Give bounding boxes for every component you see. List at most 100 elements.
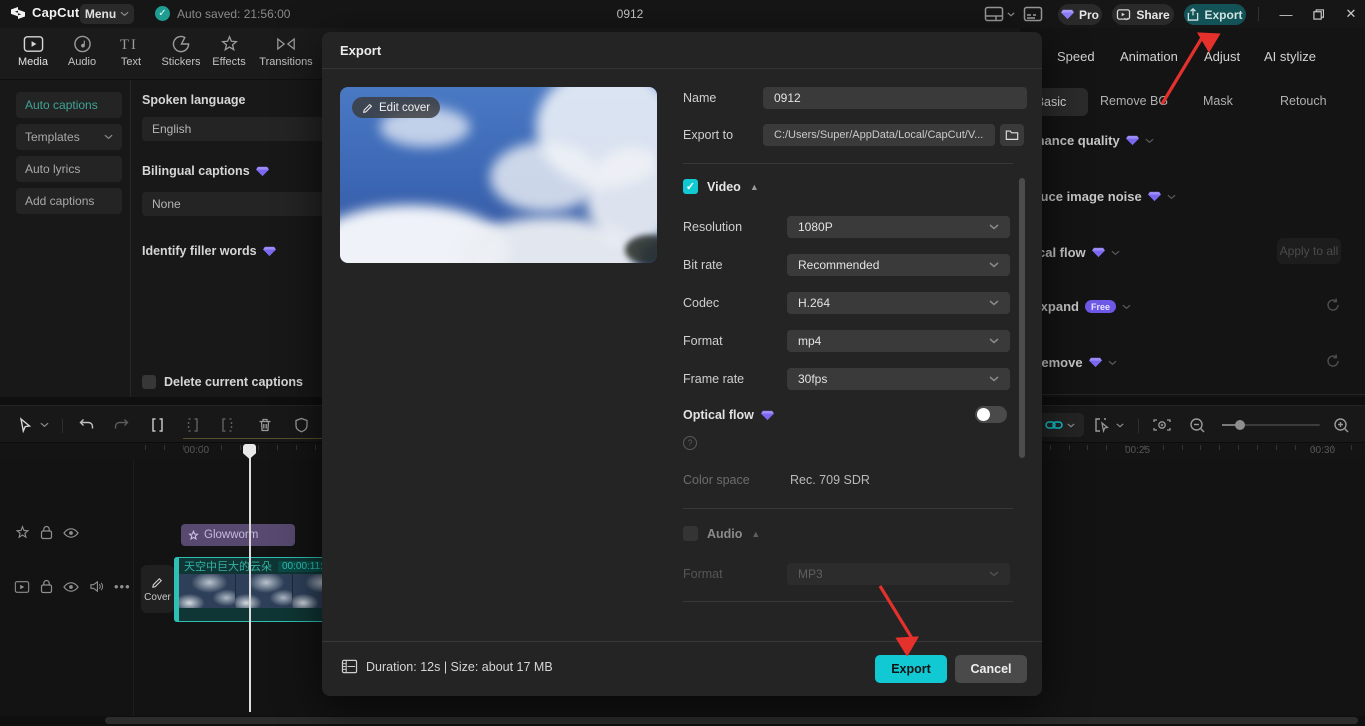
bilingual-captions-select[interactable]: None: [142, 192, 330, 216]
close-button[interactable]: ✕: [1340, 3, 1362, 25]
audio-checkbox-unchecked[interactable]: [683, 526, 698, 541]
bit-rate-select[interactable]: Recommended: [787, 254, 1010, 276]
redo-button[interactable]: [113, 417, 130, 433]
subtab-mask[interactable]: Mask: [1203, 94, 1233, 108]
link-preview-button[interactable]: [1036, 413, 1084, 437]
format-select[interactable]: mp4: [787, 330, 1010, 352]
ruler-tick: [1069, 445, 1070, 450]
chevron-down-icon: [1167, 194, 1176, 200]
clip-left-trim-handle[interactable]: [174, 557, 179, 622]
audio-section-header[interactable]: Audio ▲: [683, 526, 760, 541]
captions-panel-toggle-button[interactable]: [1023, 5, 1043, 23]
subtab-retouch[interactable]: Retouch: [1280, 94, 1327, 108]
lock-icon[interactable]: [40, 525, 53, 540]
export-confirm-button[interactable]: Export: [875, 655, 947, 683]
effect-clip-glowworm[interactable]: Glowworm: [181, 524, 295, 546]
cover-preview[interactable]: Edit cover: [340, 87, 657, 263]
remove-row[interactable]: Remove: [1032, 355, 1117, 370]
name-label: Name: [683, 91, 716, 105]
select-tool-dropdown[interactable]: [40, 422, 49, 428]
ruler-tick: [1144, 445, 1145, 450]
tab-transitions[interactable]: Transitions: [255, 35, 317, 68]
chevron-down-icon: [989, 300, 999, 306]
delete-left-button[interactable]: [184, 417, 201, 433]
pencil-icon: [362, 102, 374, 114]
ruler-tick: [1257, 445, 1258, 450]
zoom-in-button[interactable]: [1333, 417, 1350, 434]
expand-row[interactable]: Expand Free: [1032, 299, 1131, 314]
undo-button[interactable]: [78, 417, 95, 433]
pro-button[interactable]: Pro: [1058, 4, 1102, 25]
tab-speed[interactable]: Speed: [1057, 49, 1095, 64]
link-icon: [1045, 419, 1063, 431]
title-bar: CapCut Menu ✓ Auto saved: 21:56:00 0912 …: [0, 0, 1365, 28]
delete-button[interactable]: [257, 417, 273, 433]
remove-reset-button[interactable]: [1325, 353, 1341, 369]
expand-reset-button[interactable]: [1325, 297, 1341, 313]
sidebar-item-add-captions[interactable]: Add captions: [16, 188, 122, 214]
tab-effects[interactable]: Effects: [205, 35, 253, 68]
export-dialog: Export Edit cover Name 0912 Export to C:…: [322, 32, 1042, 696]
share-button[interactable]: Share: [1112, 4, 1174, 25]
tab-text[interactable]: TI Text: [107, 35, 155, 68]
tab-media[interactable]: Media: [9, 35, 57, 68]
eye-icon[interactable]: [63, 527, 79, 539]
cancel-button[interactable]: Cancel: [955, 655, 1027, 683]
timeline-horizontal-scrollbar[interactable]: [105, 717, 1358, 724]
cover-button[interactable]: Cover: [141, 565, 174, 613]
section-divider: [683, 163, 1013, 164]
optical-flow-toggle[interactable]: [975, 406, 1007, 423]
sidebar-item-auto-captions[interactable]: Auto captions: [16, 92, 122, 118]
resolution-select[interactable]: 1080P: [787, 216, 1010, 238]
playhead-line[interactable]: [249, 444, 251, 712]
subtab-remove-bg[interactable]: Remove BG: [1100, 94, 1168, 108]
apply-to-all-button[interactable]: Apply to all: [1277, 238, 1341, 264]
delete-right-button[interactable]: [219, 417, 236, 433]
timeline-zoom-slider[interactable]: [1222, 424, 1320, 426]
browse-folder-button[interactable]: [1000, 124, 1024, 146]
codec-select[interactable]: H.264: [787, 292, 1010, 314]
dialog-scrollbar[interactable]: [1019, 178, 1025, 458]
maximize-button[interactable]: [1307, 3, 1329, 25]
layout-toggle-button[interactable]: [984, 5, 1015, 23]
slider-handle[interactable]: [1235, 420, 1245, 430]
sidebar-item-auto-lyrics[interactable]: Auto lyrics: [16, 156, 122, 182]
delete-current-captions-option[interactable]: Delete current captions: [142, 375, 303, 389]
tab-audio[interactable]: Audio: [58, 35, 106, 68]
checkbox-unchecked[interactable]: [142, 375, 156, 389]
mask-tool-button[interactable]: [294, 417, 309, 433]
ruler-tick: [1200, 445, 1201, 450]
lock-icon[interactable]: [40, 579, 53, 594]
auto-select-button[interactable]: [1094, 417, 1124, 433]
more-options-icon[interactable]: •••: [114, 579, 131, 594]
tab-ai-stylize[interactable]: AI stylize: [1264, 49, 1316, 64]
autosave-status: ✓ Auto saved: 21:56:00: [155, 6, 290, 21]
collapse-caret-icon[interactable]: ▲: [751, 529, 760, 539]
sidebar-item-templates[interactable]: Templates: [16, 124, 122, 150]
spoken-language-select[interactable]: English: [142, 117, 330, 141]
export-path-field[interactable]: C:/Users/Super/AppData/Local/CapCut/V...: [763, 124, 995, 146]
split-button[interactable]: [149, 417, 166, 433]
eye-icon[interactable]: [63, 581, 79, 593]
speaker-icon[interactable]: [89, 580, 104, 593]
video-checkbox-checked[interactable]: ✓: [683, 179, 698, 194]
minimize-button[interactable]: —: [1275, 3, 1297, 25]
edit-cover-button[interactable]: Edit cover: [352, 97, 440, 118]
preview-zoom-button[interactable]: [1152, 417, 1172, 433]
zoom-out-button[interactable]: [1189, 417, 1206, 434]
chevron-down-icon: [1067, 423, 1075, 428]
collapse-caret-icon[interactable]: ▲: [750, 182, 759, 192]
tab-adjust[interactable]: Adjust: [1204, 49, 1240, 64]
tab-animation[interactable]: Animation: [1120, 49, 1178, 64]
tab-stickers[interactable]: Stickers: [157, 35, 205, 68]
ruler-tick: [202, 445, 203, 450]
help-icon[interactable]: ?: [683, 436, 697, 450]
select-tool-button[interactable]: [17, 417, 33, 433]
export-button-top[interactable]: Export: [1184, 4, 1246, 25]
ruler-tick: [1219, 445, 1220, 450]
chevron-down-icon: [1122, 304, 1131, 310]
video-section-header[interactable]: ✓ Video ▲: [683, 179, 759, 194]
menu-button[interactable]: Menu: [80, 4, 134, 24]
name-input[interactable]: 0912: [763, 87, 1027, 109]
frame-rate-select[interactable]: 30fps: [787, 368, 1010, 390]
